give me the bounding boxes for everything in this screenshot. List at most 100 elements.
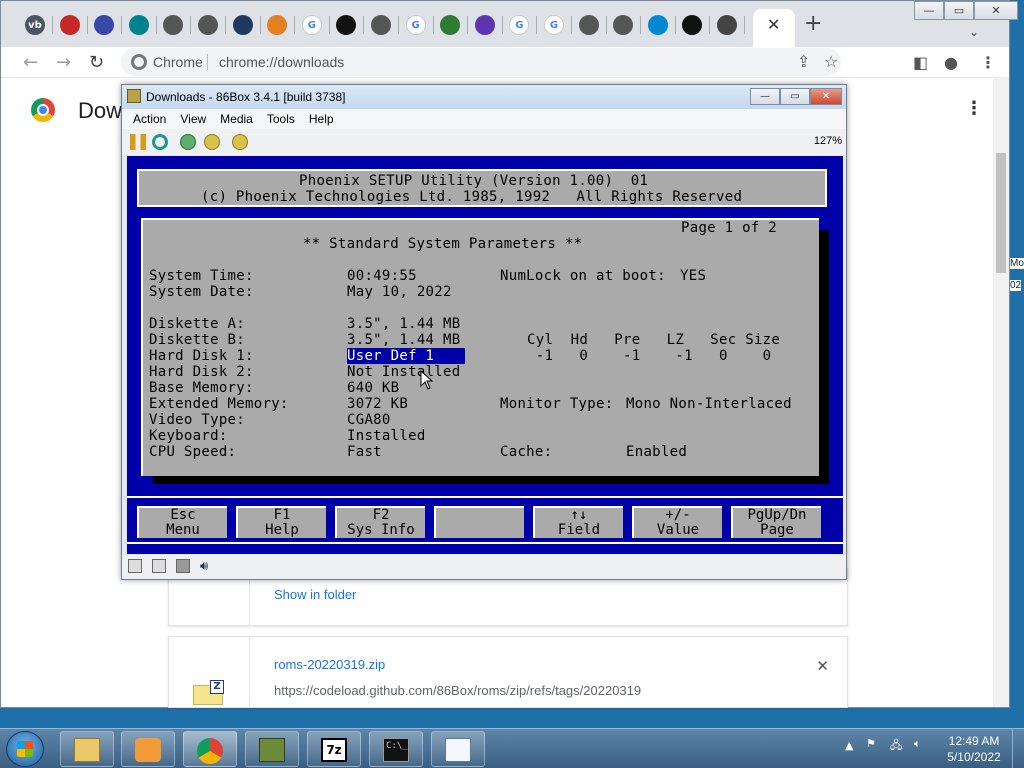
- cloud-tab-icon[interactable]: [647, 15, 668, 35]
- tab-separator: [328, 16, 330, 34]
- media-player-icon: [135, 738, 161, 762]
- remove-download-icon[interactable]: ✕: [816, 657, 829, 675]
- hard-disk-1-value[interactable]: User Def 1: [347, 348, 465, 364]
- minimize-button[interactable]: —: [750, 88, 780, 105]
- scrollbar-thumb[interactable]: [996, 153, 1006, 273]
- reset-icon[interactable]: [152, 134, 168, 150]
- tab-close-icon[interactable]: ✕: [767, 15, 780, 34]
- monitor-type-value[interactable]: Mono Non-Interlaced: [626, 396, 792, 412]
- triangle-tab-icon[interactable]: [336, 15, 357, 35]
- taskbar-7zip[interactable]: 7z: [307, 731, 361, 767]
- keyboard-value[interactable]: Installed: [347, 428, 426, 444]
- minimize-button[interactable]: —: [914, 1, 944, 20]
- show-desktop-button[interactable]: [1012, 729, 1024, 768]
- globe-tab-icon[interactable]: [163, 15, 184, 35]
- maximize-button[interactable]: ▭: [780, 88, 810, 105]
- tab-separator: [432, 16, 434, 34]
- box-tab-icon[interactable]: [717, 15, 737, 35]
- vbox-tab-icon[interactable]: vb: [25, 15, 45, 35]
- taskbar-chrome[interactable]: [183, 731, 237, 767]
- hard-disk-2-value[interactable]: Not Installed: [347, 364, 460, 380]
- menu-help[interactable]: Help: [302, 109, 341, 129]
- nasa-tab-icon[interactable]: [232, 15, 253, 35]
- background-window-fragment: 02: [1010, 280, 1022, 291]
- volume-icon[interactable]: 🔈︎: [914, 737, 921, 751]
- google-tab-icon[interactable]: G: [544, 15, 564, 35]
- menu-view[interactable]: View: [173, 109, 213, 129]
- fkey-value[interactable]: +/- Value: [632, 506, 722, 538]
- menu-action[interactable]: Action: [126, 109, 173, 129]
- tab-search-chevron-icon[interactable]: ⌄: [969, 25, 979, 39]
- video-type-value[interactable]: CGA80: [347, 412, 391, 428]
- new-tab-button[interactable]: +: [804, 11, 822, 36]
- diskette-b-value[interactable]: 3.5", 1.44 MB: [347, 332, 460, 348]
- emulated-bios-screen[interactable]: Phoenix SETUP Utility (Version 1.00) 01 …: [127, 156, 843, 554]
- sigma-tab-icon[interactable]: [94, 15, 115, 35]
- taskbar-cmd[interactable]: C:\_: [369, 731, 423, 767]
- fkey-page[interactable]: PgUp/Dn Page: [731, 506, 821, 538]
- system-time-value[interactable]: 00:49:55: [347, 268, 417, 284]
- profile-avatar-icon[interactable]: ●: [944, 53, 958, 72]
- sound-icon[interactable]: 🔊︎: [200, 559, 214, 574]
- chart-tab-icon[interactable]: [440, 15, 461, 35]
- numlock-value[interactable]: YES: [680, 268, 706, 284]
- google-tab-icon[interactable]: G: [509, 15, 530, 35]
- start-button[interactable]: [6, 731, 44, 767]
- globe-tab-icon[interactable]: [198, 15, 218, 35]
- fkey-f2[interactable]: F2 Sys Info: [335, 506, 425, 538]
- page-scrollbar[interactable]: [993, 77, 1009, 707]
- taskbar-notepad[interactable]: [431, 731, 485, 767]
- share-icon[interactable]: ⇪: [797, 52, 810, 71]
- fkey-f1[interactable]: F1 Help: [236, 506, 326, 538]
- tray-overflow-icon[interactable]: ▲: [845, 739, 853, 752]
- chrome-site-icon: [131, 54, 147, 70]
- action-center-icon[interactable]: ⚑: [866, 737, 876, 750]
- globe-tab-icon[interactable]: [371, 15, 391, 35]
- settings-gear-icon[interactable]: [232, 134, 248, 150]
- ctrl-alt-esc-icon[interactable]: [204, 134, 220, 150]
- fkey-esc[interactable]: Esc Menu: [137, 506, 227, 538]
- taskbar-86box[interactable]: [245, 731, 299, 767]
- ctrl-alt-del-icon[interactable]: [180, 134, 196, 150]
- globe-tab-icon[interactable]: [613, 15, 634, 35]
- download-filename-link[interactable]: roms-20220319.zip: [274, 657, 385, 672]
- taskbar-media-player[interactable]: [121, 731, 175, 767]
- omnibox-url[interactable]: chrome://downloads: [219, 54, 344, 70]
- back-arrow-icon[interactable]: ←: [23, 52, 38, 73]
- github-tab-icon[interactable]: [682, 15, 703, 35]
- downloads-menu-icon[interactable]: ⋮: [965, 98, 983, 119]
- google-tab-icon[interactable]: G: [405, 15, 426, 35]
- forward-arrow-icon[interactable]: →: [56, 52, 71, 73]
- maximize-button[interactable]: ▭: [944, 1, 974, 20]
- bookmark-star-icon[interactable]: ☆: [824, 52, 838, 71]
- side-panel-icon[interactable]: ◧: [913, 53, 928, 72]
- system-clock[interactable]: 12:49 AM 5/10/2022: [944, 733, 1004, 765]
- play-tab-icon[interactable]: [128, 15, 149, 35]
- tab-separator: [86, 16, 88, 34]
- 86box-title-bar[interactable]: Downloads - 86Box 3.4.1 [build 3738] — ▭…: [122, 85, 846, 109]
- close-button[interactable]: ✕: [974, 1, 1018, 20]
- floppy-drive-icon[interactable]: [152, 559, 166, 573]
- cache-value[interactable]: Enabled: [626, 444, 687, 460]
- reload-icon[interactable]: ↻: [89, 52, 104, 73]
- floppy-drive-icon[interactable]: [128, 559, 142, 573]
- hard-disk-icon[interactable]: [176, 559, 190, 573]
- globe-tab-icon[interactable]: [578, 15, 599, 35]
- show-in-folder-link[interactable]: Show in folder: [274, 587, 356, 602]
- menu-tools[interactable]: Tools: [260, 109, 302, 129]
- taskbar-explorer[interactable]: [60, 731, 114, 767]
- question-tab-icon[interactable]: [474, 15, 495, 35]
- system-date-value[interactable]: May 10, 2022: [347, 284, 452, 300]
- google-tab-icon[interactable]: G: [301, 15, 322, 35]
- fkey-field[interactable]: ↑↓ Field: [533, 506, 623, 538]
- diskette-a-value[interactable]: 3.5", 1.44 MB: [347, 316, 460, 332]
- chrome-menu-icon[interactable]: ⋮: [980, 53, 996, 72]
- network-icon[interactable]: 🖧︎: [890, 737, 902, 756]
- close-button[interactable]: ✕: [810, 88, 842, 105]
- diamond-tab-icon[interactable]: [267, 15, 288, 35]
- cpu-speed-value[interactable]: Fast: [347, 444, 382, 460]
- address-bar[interactable]: Chrome chrome://downloads ⇪ ☆: [121, 48, 841, 76]
- menu-media[interactable]: Media: [213, 109, 260, 129]
- book-tab-icon[interactable]: [59, 15, 80, 35]
- pause-icon[interactable]: [130, 134, 146, 150]
